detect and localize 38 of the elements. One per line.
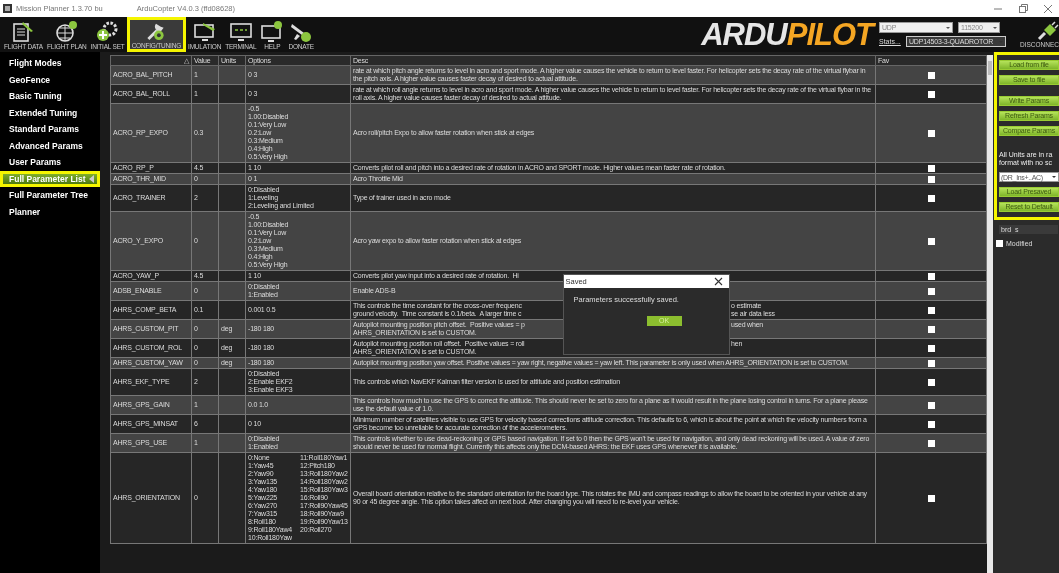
scrollbar[interactable] [987, 55, 993, 573]
close-icon[interactable] [713, 276, 723, 286]
scroll-thumb[interactable] [988, 61, 992, 75]
favorite-checkbox[interactable] [927, 439, 935, 447]
sidebar-item[interactable]: User Params [0, 154, 100, 171]
favorite-checkbox[interactable] [927, 237, 935, 245]
sidebar-item[interactable]: Extended Tuning [0, 104, 100, 121]
sidebar-item[interactable]: Planner [0, 203, 100, 220]
favorite-checkbox[interactable] [927, 90, 935, 98]
sidebar-item[interactable]: Flight Modes [0, 55, 100, 72]
favorite-checkbox[interactable] [927, 272, 935, 280]
sidebar-item[interactable]: Full Parameter Tree [0, 187, 100, 204]
favorite-checkbox[interactable] [927, 401, 935, 409]
sidebar-item[interactable]: Full Parameter List [0, 170, 100, 187]
favorite-checkbox[interactable] [927, 325, 935, 333]
sidebar-item[interactable]: GeoFence [0, 71, 100, 88]
sidebar-item[interactable]: Advanced Params [0, 137, 100, 154]
favorite-checkbox[interactable] [927, 287, 935, 295]
favorite-checkbox[interactable] [927, 420, 935, 428]
favorite-checkbox[interactable] [927, 175, 935, 183]
favorite-checkbox[interactable] [927, 494, 935, 502]
favorite-checkbox[interactable] [927, 71, 935, 79]
favorite-checkbox[interactable] [927, 344, 935, 352]
favorite-checkbox[interactable] [927, 129, 935, 137]
modified-checkbox[interactable] [996, 240, 1003, 247]
globe-pin-icon [54, 19, 79, 42]
sidebar-item[interactable]: Standard Params [0, 121, 100, 138]
restore-icon[interactable] [1018, 3, 1028, 14]
favorite-checkbox[interactable] [927, 194, 935, 202]
favorite-checkbox[interactable] [927, 359, 935, 367]
sidebar-item[interactable]: Basic Tuning [0, 88, 100, 105]
monitor-badge-icon [260, 19, 285, 42]
gear-plus-icon [95, 19, 120, 42]
plug-icon [1035, 21, 1059, 41]
favorite-checkbox[interactable] [927, 378, 935, 386]
favorite-checkbox[interactable] [927, 306, 935, 314]
app-icon [3, 4, 12, 13]
favorite-checkbox[interactable] [927, 164, 935, 172]
